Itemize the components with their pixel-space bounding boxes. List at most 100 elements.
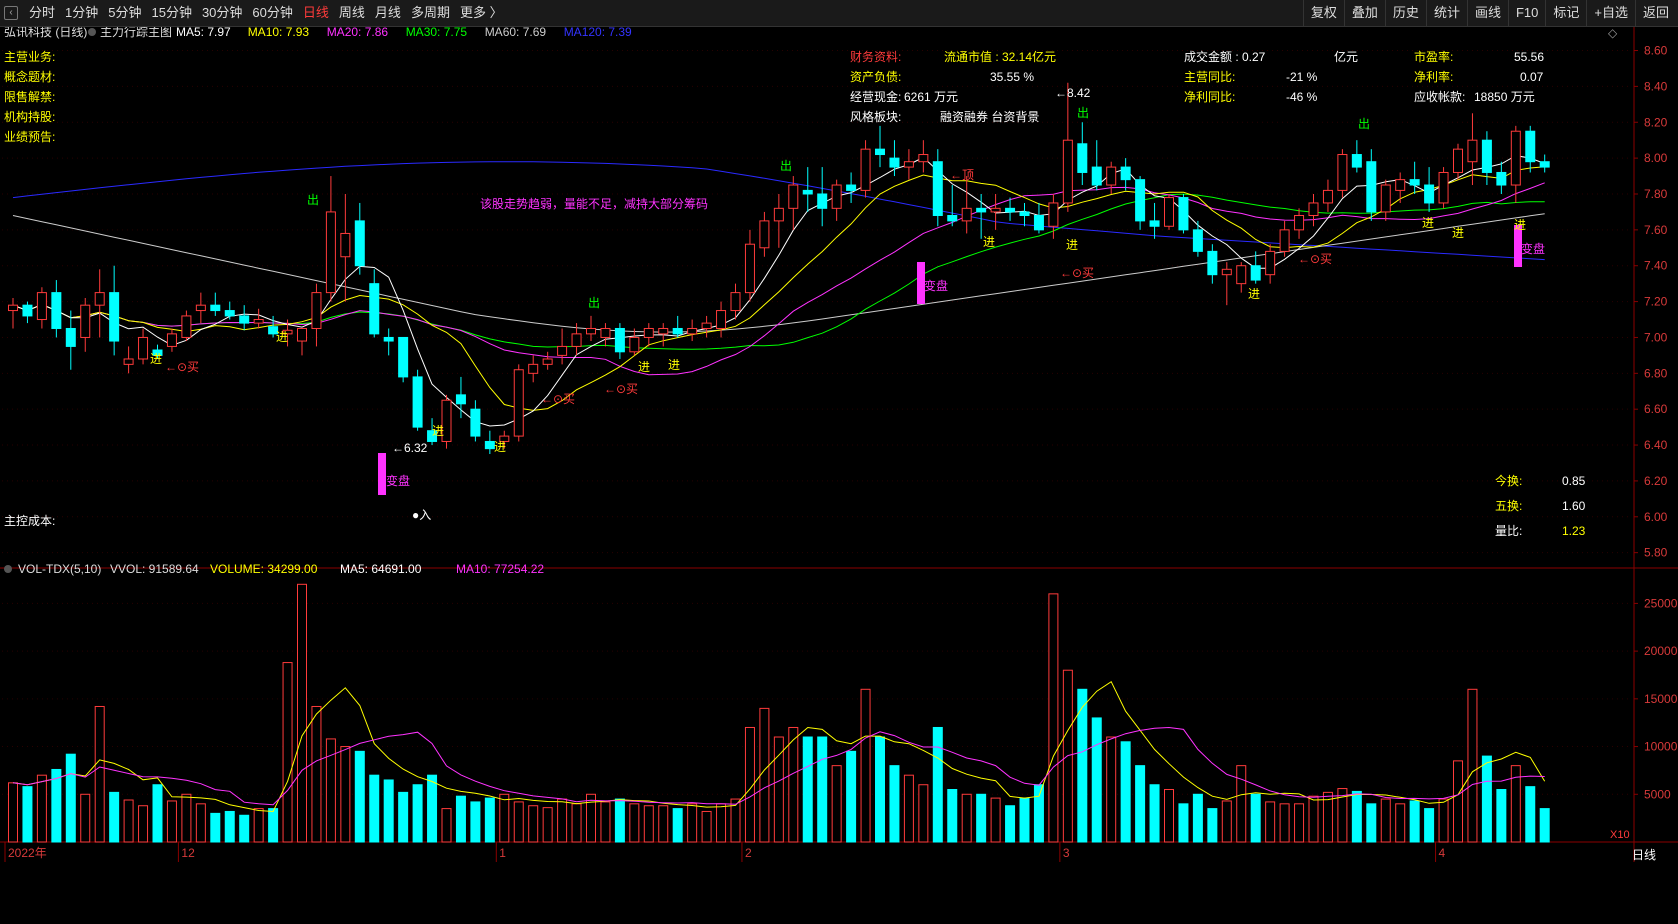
vvol-value: VVOL: 91589.64 xyxy=(110,562,199,576)
toolbar-button-4[interactable]: 画线 xyxy=(1466,0,1508,26)
left-label-0: 主营业务: xyxy=(4,49,55,64)
candle-body xyxy=(1207,250,1218,276)
ma-label-2: MA20: 7.86 xyxy=(327,27,389,39)
candle-body xyxy=(1525,130,1536,163)
volume-bar xyxy=(354,750,365,843)
tab-1[interactable]: 1分钟 xyxy=(60,0,103,26)
toolbar-button-1[interactable]: 叠加 xyxy=(1343,0,1385,26)
candle-body xyxy=(325,211,336,294)
volume-bar xyxy=(65,753,76,843)
volume-tick-label: 10000 xyxy=(1644,740,1678,754)
candle-body xyxy=(297,327,307,342)
toolbar-button-0[interactable]: 复权 xyxy=(1302,0,1344,26)
candle-body xyxy=(109,292,120,342)
tab-3[interactable]: 15分钟 xyxy=(146,0,196,26)
volume-bar xyxy=(455,795,466,843)
candle-body xyxy=(716,310,727,329)
volume-toggle-icon[interactable] xyxy=(4,565,12,573)
tab-7[interactable]: 周线 xyxy=(334,0,370,26)
x-tick-label: 12 xyxy=(181,846,195,860)
volume-bar xyxy=(138,805,149,843)
tab-2[interactable]: 5分钟 xyxy=(103,0,146,26)
candle-body xyxy=(1424,184,1435,204)
volume-bar xyxy=(1496,789,1507,843)
candle-body xyxy=(557,345,568,356)
candle-body xyxy=(1192,229,1203,252)
volume-ratio-label: 量比: xyxy=(1495,524,1522,538)
price-tick-label: 7.40 xyxy=(1644,259,1668,273)
volume-bar xyxy=(427,774,438,843)
candle-body xyxy=(94,292,105,306)
volume-bar xyxy=(1279,803,1290,843)
volume-bar xyxy=(1453,760,1463,843)
volume-bar xyxy=(1135,765,1146,843)
x-tick-label: 2 xyxy=(745,846,752,860)
toolbar-button-6[interactable]: 标记 xyxy=(1545,0,1586,26)
volume-bar xyxy=(412,784,423,843)
price-tick-label: 8.40 xyxy=(1644,79,1668,93)
candle-body xyxy=(1120,166,1131,181)
candle-body xyxy=(701,322,712,329)
volume-indicator-name: VOL-TDX(5,10) xyxy=(18,562,101,576)
volume-bar xyxy=(643,805,654,843)
left-label-1: 概念题材: xyxy=(4,69,55,84)
candle-body xyxy=(571,333,582,347)
volume-bar xyxy=(542,807,553,843)
back-icon[interactable]: ‹ xyxy=(4,6,18,20)
candle-body xyxy=(976,207,987,213)
volume-bar xyxy=(297,583,307,843)
tab-4[interactable]: 30分钟 xyxy=(197,0,247,26)
volume-bar xyxy=(340,746,351,843)
toolbar-button-7[interactable]: +自选 xyxy=(1586,0,1635,26)
toolbar-button-5[interactable]: F10 xyxy=(1507,0,1545,26)
net-margin-value: 0.07 xyxy=(1520,70,1544,84)
price-tick-label: 6.00 xyxy=(1644,510,1668,524)
candle-body xyxy=(528,363,539,374)
candle-body xyxy=(470,408,481,437)
price-tick-label: 5.80 xyxy=(1644,546,1668,560)
toolbar-button-3[interactable]: 统计 xyxy=(1425,0,1467,26)
buy-signal-4: ←⊙买 xyxy=(1298,252,1332,266)
candle-body xyxy=(1048,202,1059,227)
volume-bar xyxy=(441,808,452,843)
candle-body xyxy=(1250,265,1261,281)
tab-10[interactable]: 更多 〉 xyxy=(455,0,508,26)
volume-bar xyxy=(860,688,871,843)
price-tick-label: 6.20 xyxy=(1644,474,1668,488)
volume-bar xyxy=(152,784,163,843)
debt-ratio-label: 资产负债: xyxy=(850,70,901,84)
volume-bar xyxy=(239,814,250,843)
price-tick-label: 7.80 xyxy=(1644,187,1668,201)
bianpan-bar xyxy=(378,453,386,495)
tab-5[interactable]: 60分钟 xyxy=(247,0,297,26)
candle-body xyxy=(36,292,47,321)
net-margin-label: 净利率: xyxy=(1414,69,1453,84)
tab-0[interactable]: 分时 xyxy=(24,0,60,26)
candle-body xyxy=(875,148,885,156)
out-signal-2: 出 xyxy=(780,159,792,173)
candle-body xyxy=(195,304,206,312)
toolbar-button-2[interactable]: 历史 xyxy=(1384,0,1426,26)
volume-bar xyxy=(658,805,669,843)
candle-body xyxy=(1366,161,1377,213)
volume-bar xyxy=(499,793,510,843)
toolbar-button-8[interactable]: 返回 xyxy=(1634,0,1676,26)
volume-bar xyxy=(1221,800,1232,843)
main-cost-label: 主控成本: xyxy=(4,514,55,528)
tab-9[interactable]: 多周期 xyxy=(406,0,455,26)
candle-body xyxy=(744,243,755,294)
turnover-5day-value: 1.60 xyxy=(1562,499,1586,513)
volume-bar xyxy=(383,779,394,843)
candle-body xyxy=(1135,179,1146,222)
stock-chart[interactable]: 8.60 8.40 8.20 8.00 7.80 7.60 7.40 7.20 7.00 6.80… xyxy=(0,27,1678,924)
candle-body xyxy=(340,232,351,258)
tab-6[interactable]: 日线 xyxy=(298,0,334,26)
enter-signal-0: 进 xyxy=(150,352,162,366)
tab-8[interactable]: 月线 xyxy=(370,0,406,26)
candle-body xyxy=(759,220,770,249)
turnover-today-label: 今换: xyxy=(1495,473,1522,488)
candle-body xyxy=(614,327,625,353)
price-tick-label: 7.60 xyxy=(1644,223,1668,237)
x10-label: X10 xyxy=(1610,829,1630,841)
indicator-toggle-icon[interactable] xyxy=(88,28,96,36)
